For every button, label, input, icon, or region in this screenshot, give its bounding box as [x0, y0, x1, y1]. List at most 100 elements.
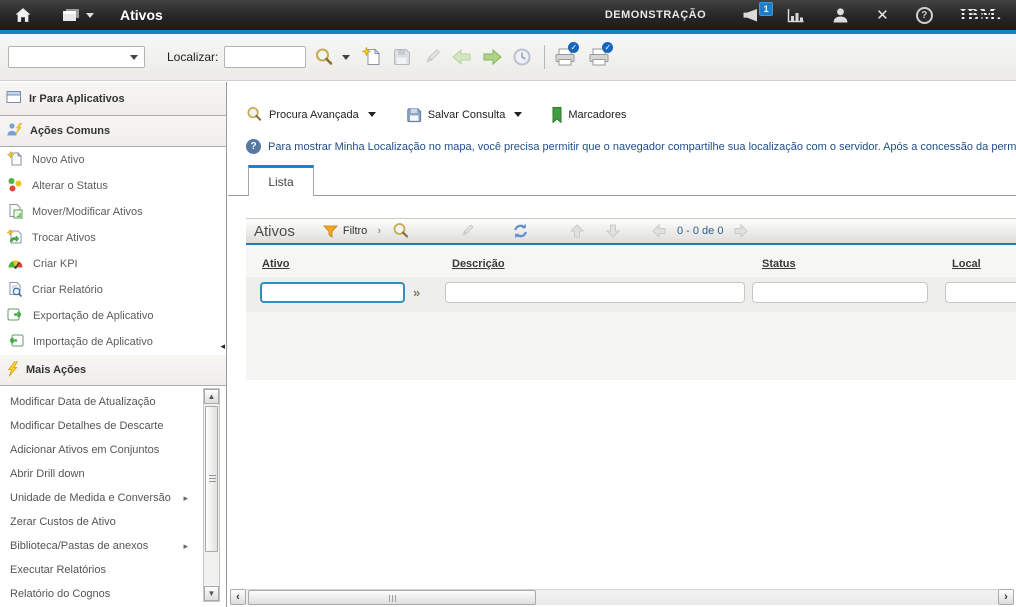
- caret-down-icon: [86, 13, 94, 18]
- menu-item-label: Modificar Data de Atualização: [10, 396, 156, 408]
- sort-link[interactable]: Descrição: [452, 258, 505, 270]
- bookmarks-button[interactable]: Marcadores: [552, 107, 626, 123]
- sidebar-section-more-actions[interactable]: Mais Ações: [0, 355, 226, 386]
- filter-input-descricao[interactable]: [445, 282, 745, 303]
- sidebar-item-criar-kpi[interactable]: Criar KPI: [0, 251, 226, 277]
- table-header-row: Ativo Descrição Status Local: [246, 245, 1016, 277]
- sidebar-scrollbar[interactable]: ▲ ▼: [203, 388, 220, 602]
- filter-input-ativo[interactable]: [260, 282, 405, 303]
- refresh-icon[interactable]: [511, 221, 531, 241]
- sidebar-item-alterar-status[interactable]: Alterar o Status: [0, 173, 226, 199]
- sort-link[interactable]: Ativo: [262, 258, 290, 270]
- sidebar-item-label: Criar KPI: [33, 258, 78, 270]
- sort-link[interactable]: Local: [952, 258, 981, 270]
- sidebar-section-common-actions[interactable]: Ações Comuns: [0, 116, 226, 147]
- horizontal-scrollbar[interactable]: ‹ ›: [230, 589, 1014, 605]
- sidebar-item-label: Trocar Ativos: [32, 232, 96, 244]
- scroll-left-icon[interactable]: ‹: [230, 589, 246, 605]
- scrollbar-track[interactable]: [246, 589, 998, 605]
- menu-item[interactable]: Modificar Detalhes de Descarte: [0, 414, 196, 438]
- menu-item[interactable]: Zerar Custos de Ativo: [0, 510, 196, 534]
- help-icon[interactable]: ?: [916, 7, 933, 24]
- close-icon[interactable]: ✕: [876, 6, 889, 24]
- swap-assets-icon: [7, 229, 23, 248]
- app-switcher-icon[interactable]: [62, 8, 94, 23]
- tabs-row: Lista: [228, 164, 1016, 196]
- funnel-icon: [323, 225, 338, 238]
- print-icon[interactable]: ✓: [553, 45, 577, 69]
- menu-item[interactable]: Unidade de Medida e Conversão▸: [0, 486, 196, 510]
- sidebar-collapse-icon[interactable]: ◂: [220, 341, 225, 352]
- localizar-input[interactable]: [224, 46, 306, 68]
- filter-cell-ativo: »: [246, 282, 436, 303]
- save-query-caret-icon[interactable]: [514, 112, 522, 117]
- column-header-ativo: Ativo: [246, 245, 436, 277]
- menu-item-label: Modificar Detalhes de Descarte: [10, 420, 163, 432]
- application-window-icon: [6, 90, 22, 107]
- advanced-search-caret-icon[interactable]: [368, 112, 376, 117]
- filter-cell-status: [746, 282, 936, 303]
- section-label: Ir Para Aplicativos: [29, 93, 125, 105]
- sidebar-item-criar-relatorio[interactable]: Criar Relatório: [0, 277, 226, 303]
- new-asset-icon: [7, 151, 23, 170]
- main-content: Procura Avançada Salvar Consulta Marcado…: [228, 82, 1016, 607]
- previous-page-icon: [649, 221, 669, 241]
- scrollbar-grip: [209, 475, 216, 483]
- change-status-icon: [7, 177, 23, 196]
- next-row-icon: [603, 221, 623, 241]
- menu-item[interactable]: Biblioteca/Pastas de anexos▸: [0, 534, 196, 558]
- query-select[interactable]: [8, 46, 145, 68]
- print-preview-icon[interactable]: ✓: [587, 45, 611, 69]
- menu-item[interactable]: Relatório do Cognos: [0, 582, 196, 606]
- announcements-icon[interactable]: 1: [741, 8, 760, 23]
- advanced-search-button[interactable]: Procura Avançada: [246, 106, 376, 123]
- tab-label: Lista: [268, 175, 293, 189]
- sidebar-item-trocar-ativos[interactable]: Trocar Ativos: [0, 225, 226, 251]
- sidebar-item-importacao[interactable]: Importação de Aplicativo: [0, 329, 226, 355]
- info-message: Para mostrar Minha Localização no mapa, …: [268, 141, 1016, 153]
- search-icon[interactable]: [312, 45, 336, 69]
- print-enabled-check-icon: ✓: [602, 42, 613, 53]
- info-help-icon[interactable]: ?: [246, 139, 261, 154]
- sidebar-item-novo-ativo[interactable]: Novo Ativo: [0, 147, 226, 173]
- bookmarks-label: Marcadores: [568, 109, 626, 121]
- save-icon: [390, 45, 414, 69]
- table-search-icon[interactable]: [391, 221, 411, 241]
- filter-advance-icon[interactable]: »: [413, 285, 420, 300]
- query-select-input[interactable]: [12, 48, 124, 66]
- scroll-up-icon[interactable]: ▲: [204, 389, 219, 404]
- sort-link[interactable]: Status: [762, 258, 796, 270]
- sidebar-item-label: Mover/Modificar Ativos: [32, 206, 143, 218]
- menu-item-label: Relatório do Cognos: [10, 588, 110, 600]
- chevron-right-icon: ›: [377, 225, 381, 237]
- filter-toggle[interactable]: Filtro: [323, 225, 367, 238]
- scrollbar-thumb[interactable]: [248, 590, 536, 605]
- filter-cell-local: [936, 282, 1016, 303]
- search-menu-caret-icon[interactable]: [342, 55, 350, 60]
- sidebar-item-go-to-applications[interactable]: Ir Para Aplicativos: [0, 82, 226, 116]
- menu-item[interactable]: Adicionar Ativos em Conjuntos: [0, 438, 196, 462]
- sidebar-item-mover-modificar[interactable]: Mover/Modificar Ativos: [0, 199, 226, 225]
- scrollbar-thumb[interactable]: [205, 406, 218, 552]
- filter-link[interactable]: Filtro: [343, 225, 367, 237]
- quick-toolbar: Localizar:: [0, 34, 1016, 81]
- caret-down-icon[interactable]: [130, 55, 138, 60]
- sidebar-item-exportacao[interactable]: Exportação de Aplicativo: [0, 303, 226, 329]
- more-actions-list: Modificar Data de Atualização Modificar …: [0, 386, 226, 607]
- next-record-icon[interactable]: [480, 45, 504, 69]
- profile-icon[interactable]: [832, 7, 849, 23]
- filter-input-local[interactable]: [945, 282, 1016, 303]
- reports-chart-icon[interactable]: [787, 8, 805, 23]
- scroll-right-icon[interactable]: ›: [998, 589, 1014, 605]
- tab-lista[interactable]: Lista: [248, 165, 314, 196]
- menu-item[interactable]: Modificar Data de Atualização: [0, 390, 196, 414]
- filter-input-status[interactable]: [752, 282, 928, 303]
- home-icon[interactable]: [12, 7, 34, 23]
- new-record-icon[interactable]: [360, 45, 384, 69]
- menu-item-label: Unidade de Medida e Conversão: [10, 492, 171, 504]
- menu-item[interactable]: Abrir Drill down: [0, 462, 196, 486]
- menu-item[interactable]: Executar Relatórios: [0, 558, 196, 582]
- advanced-search-label: Procura Avançada: [269, 109, 359, 121]
- scroll-down-icon[interactable]: ▼: [204, 586, 219, 601]
- save-query-button[interactable]: Salvar Consulta: [406, 107, 523, 123]
